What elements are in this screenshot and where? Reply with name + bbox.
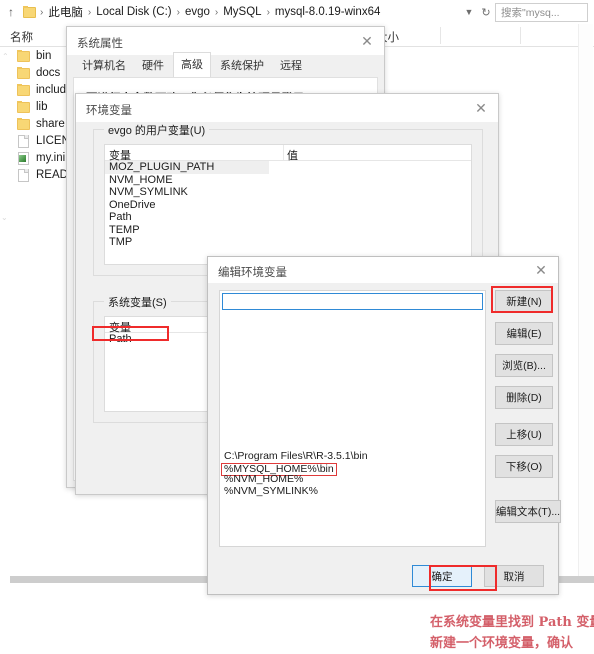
breadcrumb-separator: › (214, 6, 219, 18)
table-row[interactable]: NVM_HOME (105, 174, 471, 187)
breadcrumb-item-4[interactable]: mysql-8.0.19-winx64 (272, 5, 383, 19)
ok-button-highlight-box (429, 565, 497, 591)
breadcrumb: › 此电脑 › Local Disk (C:) › evgo › MySQL ›… (38, 3, 383, 21)
path-entries-list[interactable]: C:\Program Files\R\R-3.5.1\bin %MYSQL_HO… (219, 290, 486, 547)
file-icon (16, 134, 30, 148)
system-properties-title: 系统属性 (77, 38, 123, 50)
close-icon[interactable]: ✕ (464, 94, 498, 122)
table-row[interactable]: NVM_SYMLINK (105, 186, 471, 199)
column-header-value[interactable]: 值 (287, 147, 298, 163)
tab-hardware[interactable]: 硬件 (135, 54, 171, 77)
breadcrumb-separator: › (266, 6, 270, 18)
tab-system-protection[interactable]: 系统保护 (213, 54, 271, 77)
vertical-scrollbar[interactable] (578, 24, 593, 580)
file-name: my.ini (36, 151, 66, 164)
address-bar-controls: ▼ ↻ 搜索"mysq... (461, 0, 594, 24)
system-variables-label: 系统变量(S) (104, 294, 171, 310)
tab-advanced[interactable]: 高级 (173, 52, 211, 77)
refresh-icon[interactable]: ↻ (477, 6, 495, 19)
new-button-highlight-box (491, 286, 553, 313)
list-item[interactable]: %NVM_SYMLINK% (224, 485, 483, 498)
folder-icon (16, 117, 30, 130)
file-name: docs (36, 66, 61, 79)
table-row[interactable]: TEMP (105, 224, 471, 237)
tab-computer-name[interactable]: 计算机名 (75, 54, 133, 77)
table-row[interactable]: Path (105, 211, 471, 224)
move-down-button[interactable]: 下移(O) (495, 455, 553, 478)
edit-button[interactable]: 编辑(E) (495, 322, 553, 345)
up-arrow-icon[interactable]: ↑ (0, 6, 22, 18)
column-divider[interactable] (283, 145, 284, 160)
annotation-line-2: 新建一个环境变量，确认 (430, 636, 574, 651)
table-row[interactable]: OneDrive (105, 199, 471, 212)
breadcrumb-item-1[interactable]: Local Disk (C:) (93, 5, 174, 19)
table-row[interactable]: TMP (105, 236, 471, 249)
path-row-highlight-box (92, 326, 169, 341)
close-icon[interactable]: ✕ (350, 27, 384, 55)
browse-button[interactable]: 浏览(B)... (495, 354, 553, 377)
scroll-tick: ⌄ (1, 213, 8, 222)
annotation-text: 在系统变量里找到 Path 变量， 新建一个环境变量，确认 (430, 612, 594, 654)
search-input[interactable]: 搜索"mysq... (495, 2, 588, 22)
system-properties-tabs: 计算机名 硬件 高级 系统保护 远程 (67, 52, 384, 77)
file-name: share (36, 117, 65, 130)
edit-dialog-footer: 确定 取消 (208, 556, 558, 594)
breadcrumb-item-2[interactable]: evgo (182, 5, 213, 19)
column-divider[interactable] (520, 27, 521, 44)
table-header: 变量 值 (105, 145, 471, 163)
user-variables-label: evgo 的用户变量(U) (104, 122, 210, 138)
move-up-button[interactable]: 上移(U) (495, 423, 553, 446)
file-icon (16, 168, 30, 182)
new-entry-input[interactable] (222, 293, 483, 310)
environment-variables-title: 环境变量 (86, 105, 132, 117)
folder-icon (16, 83, 30, 96)
folder-icon (22, 6, 36, 18)
edit-environment-variable-titlebar: 编辑环境变量 ✕ (208, 257, 558, 283)
list-item[interactable]: C:\Program Files\R\R-3.5.1\bin (224, 450, 483, 463)
column-header-name[interactable]: 名称 (10, 29, 33, 45)
breadcrumb-separator: › (40, 6, 44, 18)
close-icon[interactable]: ✕ (524, 257, 558, 283)
chevron-down-icon[interactable]: ▼ (461, 7, 477, 17)
ini-file-icon (16, 151, 30, 165)
file-name: bin (36, 49, 52, 62)
folder-icon (16, 100, 30, 113)
column-divider[interactable] (440, 27, 441, 44)
breadcrumb-item-0[interactable]: 此电脑 (45, 3, 86, 21)
environment-variables-titlebar: 环境变量 ✕ (76, 94, 498, 122)
column-header-variable[interactable]: 变量 (109, 147, 131, 163)
edit-dialog-buttons: 新建(N) 编辑(E) 浏览(B)... 删除(D) 上移(U) 下移(O) 编… (495, 290, 561, 532)
file-name: lib (36, 100, 48, 113)
list-item[interactable]: %NVM_HOME% (224, 473, 483, 486)
path-entries: C:\Program Files\R\R-3.5.1\bin %MYSQL_HO… (221, 450, 483, 498)
tab-remote[interactable]: 远程 (273, 54, 309, 77)
annotation-line-1: 在系统变量里找到 Path 变量， (430, 615, 594, 630)
user-variables-group: evgo 的用户变量(U) 变量 值 MOZ_PLUGIN_PATH NVM_H… (93, 122, 483, 276)
edit-environment-variable-title: 编辑环境变量 (218, 267, 287, 279)
folder-icon (16, 66, 30, 79)
address-bar: ↑ › 此电脑 › Local Disk (C:) › evgo › MySQL… (0, 0, 594, 24)
user-variables-table[interactable]: 变量 值 MOZ_PLUGIN_PATH NVM_HOME NVM_SYMLIN… (104, 144, 472, 265)
breadcrumb-separator: › (176, 6, 180, 18)
edit-text-button[interactable]: 编辑文本(T)... (495, 500, 561, 523)
folder-icon (16, 49, 30, 62)
delete-button[interactable]: 删除(D) (495, 386, 553, 409)
breadcrumb-separator: › (87, 6, 92, 18)
breadcrumb-item-3[interactable]: MySQL (220, 5, 264, 19)
system-properties-titlebar: 系统属性 ✕ (67, 27, 384, 55)
